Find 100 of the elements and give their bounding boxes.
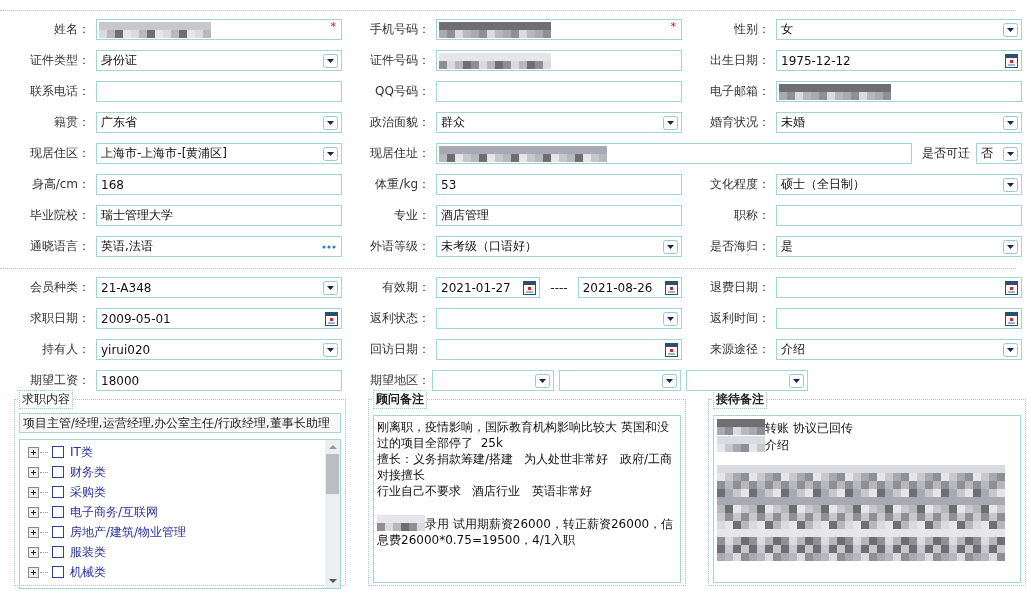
- notes-field[interactable]: 刚离职，疫情影响，国际教育机构影响比较大 英国和没过的项目全部停了 25k 擅长：义务捐款筹建/搭建 为人处世非常好 政府/工商对接擅长 行业自己不要求 酒店行业 英语非常好 录用 试用期薪资26000，转正薪资26000，信息费26000*0.75=19500，4/1入职: [373, 415, 681, 583]
- select-field[interactable]: 否: [976, 143, 1022, 164]
- select-field[interactable]: 广东省: [96, 112, 342, 133]
- scrollbar-thumb[interactable]: [326, 454, 339, 494]
- calendar-icon[interactable]: [1005, 311, 1018, 326]
- tree-item[interactable]: 服装类: [70, 543, 106, 561]
- scrollbar[interactable]: [325, 440, 340, 588]
- summary-field[interactable]: 项目主管/经理,运营经理,办公室主任/行政经理,董事长助理: [19, 413, 341, 433]
- dropdown-icon[interactable]: [1003, 342, 1018, 357]
- calendar-icon[interactable]: [523, 280, 537, 295]
- dropdown-icon[interactable]: [323, 53, 338, 68]
- dropdown-icon[interactable]: [323, 146, 338, 161]
- select-field[interactable]: 硕士（全日制）: [776, 174, 1022, 195]
- dropdown-icon[interactable]: [1003, 177, 1018, 192]
- dropdown-icon[interactable]: [789, 373, 804, 388]
- date-field[interactable]: [776, 277, 1022, 298]
- calendar-icon[interactable]: [665, 280, 678, 295]
- checkbox[interactable]: [52, 466, 64, 478]
- select-field[interactable]: 是: [776, 236, 1022, 257]
- field-label: 返利状态：: [369, 310, 431, 327]
- lookup-field[interactable]: 英语,法语: [96, 236, 342, 257]
- calendar-icon[interactable]: [1005, 53, 1018, 68]
- text-field[interactable]: [436, 81, 682, 102]
- calendar-icon[interactable]: [1005, 280, 1018, 295]
- dropdown-icon[interactable]: [663, 311, 678, 326]
- select-field[interactable]: 身份证: [96, 50, 342, 71]
- text-field[interactable]: *: [96, 19, 342, 40]
- notes-field[interactable]: 转账 协议已回传 介绍: [713, 415, 1021, 583]
- calendar-icon[interactable]: [665, 342, 678, 357]
- tree-item[interactable]: IT类: [70, 443, 93, 461]
- date-field[interactable]: 2009-05-01: [96, 308, 342, 329]
- tree-item[interactable]: 财务类: [70, 463, 106, 481]
- field-label: 联系电话：: [29, 83, 91, 100]
- text-field[interactable]: [436, 143, 912, 164]
- calendar-icon[interactable]: [325, 311, 338, 326]
- select-field[interactable]: 群众: [436, 112, 682, 133]
- date-field[interactable]: [436, 339, 682, 360]
- note-line: 刚离职，疫情影响，国际教育机构影响比较大 英国和没过的项目全部停了 25k: [377, 419, 670, 451]
- dropdown-icon[interactable]: [323, 280, 338, 295]
- select-field[interactable]: 21-A348: [96, 277, 342, 298]
- select-field[interactable]: 未婚: [776, 112, 1022, 133]
- tree-item[interactable]: 电子商务/互联网: [70, 503, 159, 521]
- select-field[interactable]: [436, 308, 682, 329]
- expand-icon[interactable]: [28, 446, 39, 458]
- checkbox[interactable]: [52, 566, 64, 578]
- dropdown-icon[interactable]: [1003, 239, 1018, 254]
- tree-item[interactable]: 机械类: [70, 563, 106, 581]
- dropdown-icon[interactable]: [535, 373, 550, 388]
- field-label: 专业：: [393, 207, 431, 224]
- date-field[interactable]: 2021-08-26: [577, 277, 682, 298]
- dropdown-icon[interactable]: [1003, 146, 1018, 161]
- checkbox[interactable]: [52, 486, 64, 498]
- field-label: 性别：: [733, 21, 771, 38]
- select-field[interactable]: yirui020: [96, 339, 342, 360]
- text-field[interactable]: [776, 205, 1022, 226]
- checkbox[interactable]: [52, 506, 64, 518]
- dropdown-icon[interactable]: [1003, 22, 1018, 37]
- text-field[interactable]: [776, 81, 1022, 102]
- expand-icon[interactable]: [28, 566, 39, 578]
- select-field[interactable]: [686, 370, 808, 391]
- expand-icon[interactable]: [28, 546, 39, 558]
- date-field[interactable]: 2021-01-27: [436, 277, 541, 298]
- more-icon[interactable]: [322, 244, 336, 249]
- text-field[interactable]: [436, 50, 682, 71]
- select-field[interactable]: [559, 370, 681, 391]
- expand-icon[interactable]: [28, 486, 39, 498]
- field-label: 现居住区：: [29, 145, 91, 162]
- tree-item[interactable]: 房地产/建筑/物业管理: [70, 523, 187, 541]
- dropdown-icon[interactable]: [662, 373, 677, 388]
- note-line: 擅长：义务捐款筹建/搭建 为人处世非常好 政府/工商对接擅长: [377, 451, 673, 483]
- text-field[interactable]: 18000: [96, 370, 342, 391]
- field-label: 退费日期：: [709, 279, 771, 296]
- dropdown-icon[interactable]: [1003, 115, 1018, 130]
- checkbox[interactable]: [52, 546, 64, 558]
- select-field[interactable]: [432, 370, 554, 391]
- text-field[interactable]: *: [436, 19, 682, 40]
- dropdown-icon[interactable]: [323, 115, 338, 130]
- dropdown-icon[interactable]: [323, 342, 338, 357]
- text-field[interactable]: 酒店管理: [436, 205, 682, 226]
- tree-item[interactable]: 采购类: [70, 483, 106, 501]
- expand-icon[interactable]: [28, 526, 39, 538]
- text-field[interactable]: 168: [96, 174, 342, 195]
- dropdown-icon[interactable]: [663, 239, 678, 254]
- field-label: 职称：: [733, 207, 771, 224]
- select-field[interactable]: 未考级（口语好）: [436, 236, 682, 257]
- date-field[interactable]: 1975-12-12: [776, 50, 1022, 71]
- select-field[interactable]: 介绍: [776, 339, 1022, 360]
- checkbox[interactable]: [52, 526, 64, 538]
- checkbox[interactable]: [52, 446, 64, 458]
- text-field[interactable]: [96, 81, 342, 102]
- expand-icon[interactable]: [28, 506, 39, 518]
- text-field[interactable]: 瑞士管理大学: [96, 205, 342, 226]
- select-field[interactable]: 女: [776, 19, 1022, 40]
- field-label: 身高/cm：: [30, 176, 91, 193]
- dropdown-icon[interactable]: [663, 115, 678, 130]
- date-field[interactable]: [776, 308, 1022, 329]
- panel-legend: 顾问备注: [373, 390, 427, 409]
- select-field[interactable]: 上海市-上海市-[黄浦区]: [96, 143, 342, 164]
- expand-icon[interactable]: [28, 466, 39, 478]
- text-field[interactable]: 53: [436, 174, 682, 195]
